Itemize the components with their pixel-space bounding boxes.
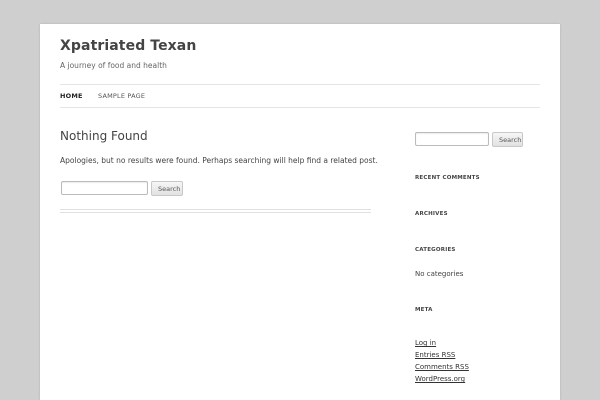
search-input[interactable] <box>61 181 148 195</box>
list-item: WordPress.org <box>415 366 469 383</box>
nav-item-sample-page[interactable]: SAMPLE PAGE <box>98 92 145 100</box>
meta-link-wordpress-org[interactable]: WordPress.org <box>415 375 465 383</box>
site-title[interactable]: Xpatriated Texan <box>60 38 196 54</box>
list-item: Comments RSS <box>415 354 469 371</box>
meta-links: Log in Entries RSS Comments RSS WordPres… <box>415 330 469 383</box>
page-title: Nothing Found <box>60 129 148 143</box>
categories-empty-text: No categories <box>415 270 464 278</box>
no-results-message: Apologies, but no results were found. Pe… <box>60 156 378 165</box>
sidebar-search-button[interactable]: Search <box>492 132 523 147</box>
list-item: Log in <box>415 330 469 347</box>
widget-title-recent-comments: RECENT COMMENTS <box>415 175 480 181</box>
page-container: Xpatriated Texan A journey of food and h… <box>40 24 560 400</box>
list-item: Entries RSS <box>415 342 469 359</box>
main-navigation: HOME SAMPLE PAGE <box>60 84 540 108</box>
widget-title-categories: CATEGORIES <box>415 247 456 253</box>
widget-title-archives: ARCHIVES <box>415 211 448 217</box>
site-description: A journey of food and health <box>60 61 167 70</box>
content-divider <box>60 209 371 213</box>
nav-item-home[interactable]: HOME <box>60 92 83 100</box>
search-button[interactable]: Search <box>151 181 183 196</box>
sidebar-search-input[interactable] <box>415 132 489 146</box>
widget-title-meta: META <box>415 307 433 313</box>
